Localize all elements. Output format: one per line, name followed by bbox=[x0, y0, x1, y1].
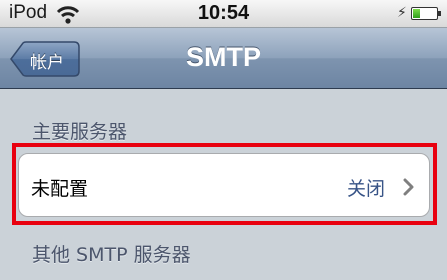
status-bar: iPod 10:54 ⚡ bbox=[0, 0, 447, 28]
page-title: SMTP bbox=[185, 42, 261, 72]
charging-icon: ⚡ bbox=[397, 5, 407, 21]
highlight-box bbox=[12, 143, 437, 225]
other-smtp-header: 其他 SMTP 服务器 bbox=[32, 244, 191, 266]
primary-server-header: 主要服务器 bbox=[32, 121, 128, 143]
battery-level bbox=[413, 9, 420, 18]
status-time: 10:54 bbox=[197, 2, 250, 24]
navigation-bar: 帐户 SMTP bbox=[0, 28, 447, 89]
battery-icon bbox=[411, 7, 441, 20]
